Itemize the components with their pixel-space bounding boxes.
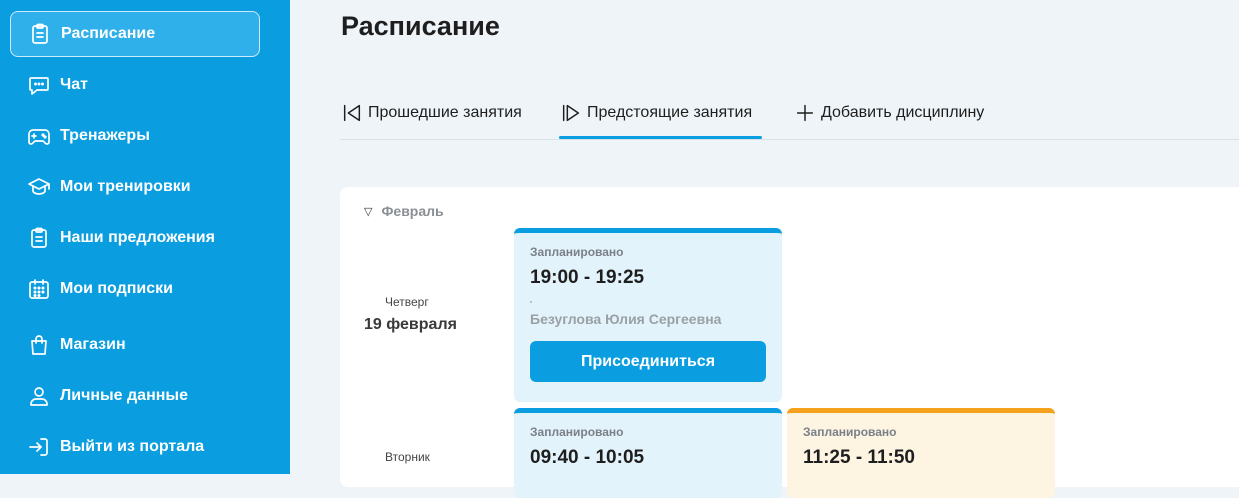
active-tab-indicator xyxy=(559,136,762,139)
chat-icon xyxy=(26,72,52,98)
lesson-card: Запланировано 11:25 - 11:50 xyxy=(787,408,1055,498)
clipboard-icon xyxy=(26,225,52,251)
tab-label: Добавить дисциплину xyxy=(821,104,985,121)
tab-label: Прошедшие занятия xyxy=(368,104,522,121)
calendar-icon xyxy=(26,276,52,302)
day-weekday: Четверг xyxy=(385,295,429,309)
sidebar-item-label: Мои тренировки xyxy=(60,178,191,195)
lesson-status: Запланировано xyxy=(803,425,897,439)
day-date: 19 февраля xyxy=(364,316,457,333)
lesson-time: 19:00 - 19:25 xyxy=(530,267,645,288)
month-label: Февраль xyxy=(381,203,444,219)
sidebar-item-label: Магазин xyxy=(60,336,126,353)
sidebar-item-offers[interactable]: Наши предложения xyxy=(10,215,260,261)
lesson-time: 09:40 - 10:05 xyxy=(530,447,645,468)
day-weekday: Вторник xyxy=(385,450,430,464)
sidebar-item-personal-data[interactable]: Личные данные xyxy=(10,373,260,419)
sidebar-item-logout[interactable]: Выйти из портала xyxy=(10,424,260,470)
tab-past-lessons[interactable]: Прошедшие занятия xyxy=(341,98,522,128)
page-title: Расписание xyxy=(341,11,500,41)
lesson-teacher: Безуглова Юлия Сергеевна xyxy=(530,311,722,327)
tab-upcoming-lessons[interactable]: Предстоящие занятия xyxy=(560,98,752,128)
lesson-status: Запланировано xyxy=(530,425,624,439)
tab-add-discipline[interactable]: Добавить дисциплину xyxy=(794,98,984,128)
month-toggle[interactable]: ▽ Февраль xyxy=(364,203,444,219)
join-button[interactable]: Присоединиться xyxy=(530,341,766,382)
sidebar-item-subscriptions[interactable]: Мои подписки xyxy=(10,266,260,312)
clipboard-icon xyxy=(27,21,53,47)
sidebar-item-label: Расписание xyxy=(61,25,156,42)
sidebar-item-my-trainings[interactable]: Мои тренировки xyxy=(10,164,260,210)
sidebar-item-label: Личные данные xyxy=(60,387,188,404)
shopping-bag-icon xyxy=(26,332,52,358)
sidebar-item-label: Тренажеры xyxy=(60,127,150,144)
lesson-status: Запланировано xyxy=(530,245,624,259)
rewind-icon xyxy=(343,104,361,122)
graduation-cap-icon xyxy=(26,174,52,200)
lesson-card: Запланировано 19:00 - 19:25 Безуглова Юл… xyxy=(514,228,782,402)
logout-icon xyxy=(26,434,52,460)
sidebar-item-label: Чат xyxy=(60,76,88,93)
user-icon xyxy=(26,383,52,409)
sidebar: Расписание Чат Тренажеры Мои тренировки … xyxy=(0,0,290,474)
gamepad-icon xyxy=(26,123,52,149)
plus-icon xyxy=(796,104,814,122)
sidebar-item-label: Выйти из портала xyxy=(60,438,205,455)
sidebar-item-trainers[interactable]: Тренажеры xyxy=(10,113,260,159)
sidebar-item-schedule[interactable]: Расписание xyxy=(10,11,260,57)
sidebar-item-shop[interactable]: Магазин xyxy=(10,322,260,368)
lesson-card: Запланировано 09:40 - 10:05 xyxy=(514,408,782,498)
lesson-marker xyxy=(530,301,532,303)
play-icon xyxy=(562,104,580,122)
lesson-time: 11:25 - 11:50 xyxy=(803,447,915,468)
sidebar-item-label: Наши предложения xyxy=(60,229,215,246)
tab-label: Предстоящие занятия xyxy=(587,104,753,121)
tabs-divider xyxy=(340,139,1239,140)
collapse-triangle-icon: ▽ xyxy=(364,205,373,218)
sidebar-item-chat[interactable]: Чат xyxy=(10,62,260,108)
sidebar-item-label: Мои подписки xyxy=(60,280,174,297)
